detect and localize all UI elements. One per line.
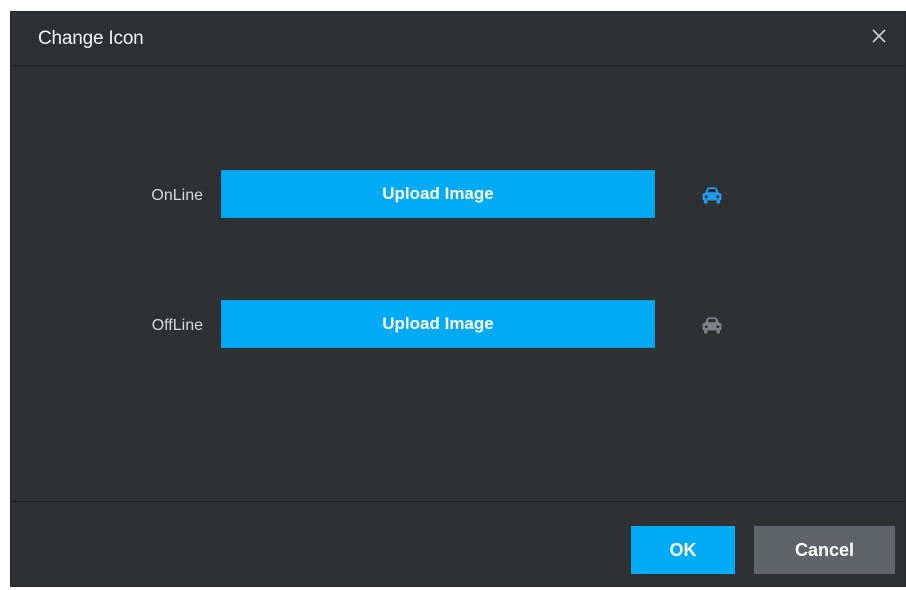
- online-car-icon: [701, 186, 723, 204]
- change-icon-dialog: Change Icon OnLine Upload Image OffLine: [10, 11, 906, 587]
- dialog-titlebar: Change Icon: [11, 12, 905, 66]
- dialog-body: OnLine Upload Image OffLine Upload Image: [11, 66, 905, 501]
- offline-car-icon: [701, 316, 723, 334]
- cancel-button[interactable]: Cancel: [754, 526, 895, 574]
- online-label: OnLine: [151, 187, 203, 204]
- close-icon[interactable]: [867, 24, 891, 48]
- offline-label: OffLine: [151, 317, 203, 334]
- ok-button[interactable]: OK: [631, 526, 735, 574]
- dialog-footer: OK Cancel: [11, 501, 905, 588]
- online-upload-button[interactable]: Upload Image: [221, 170, 655, 218]
- offline-upload-button[interactable]: Upload Image: [221, 300, 655, 348]
- dialog-title: Change Icon: [38, 28, 144, 49]
